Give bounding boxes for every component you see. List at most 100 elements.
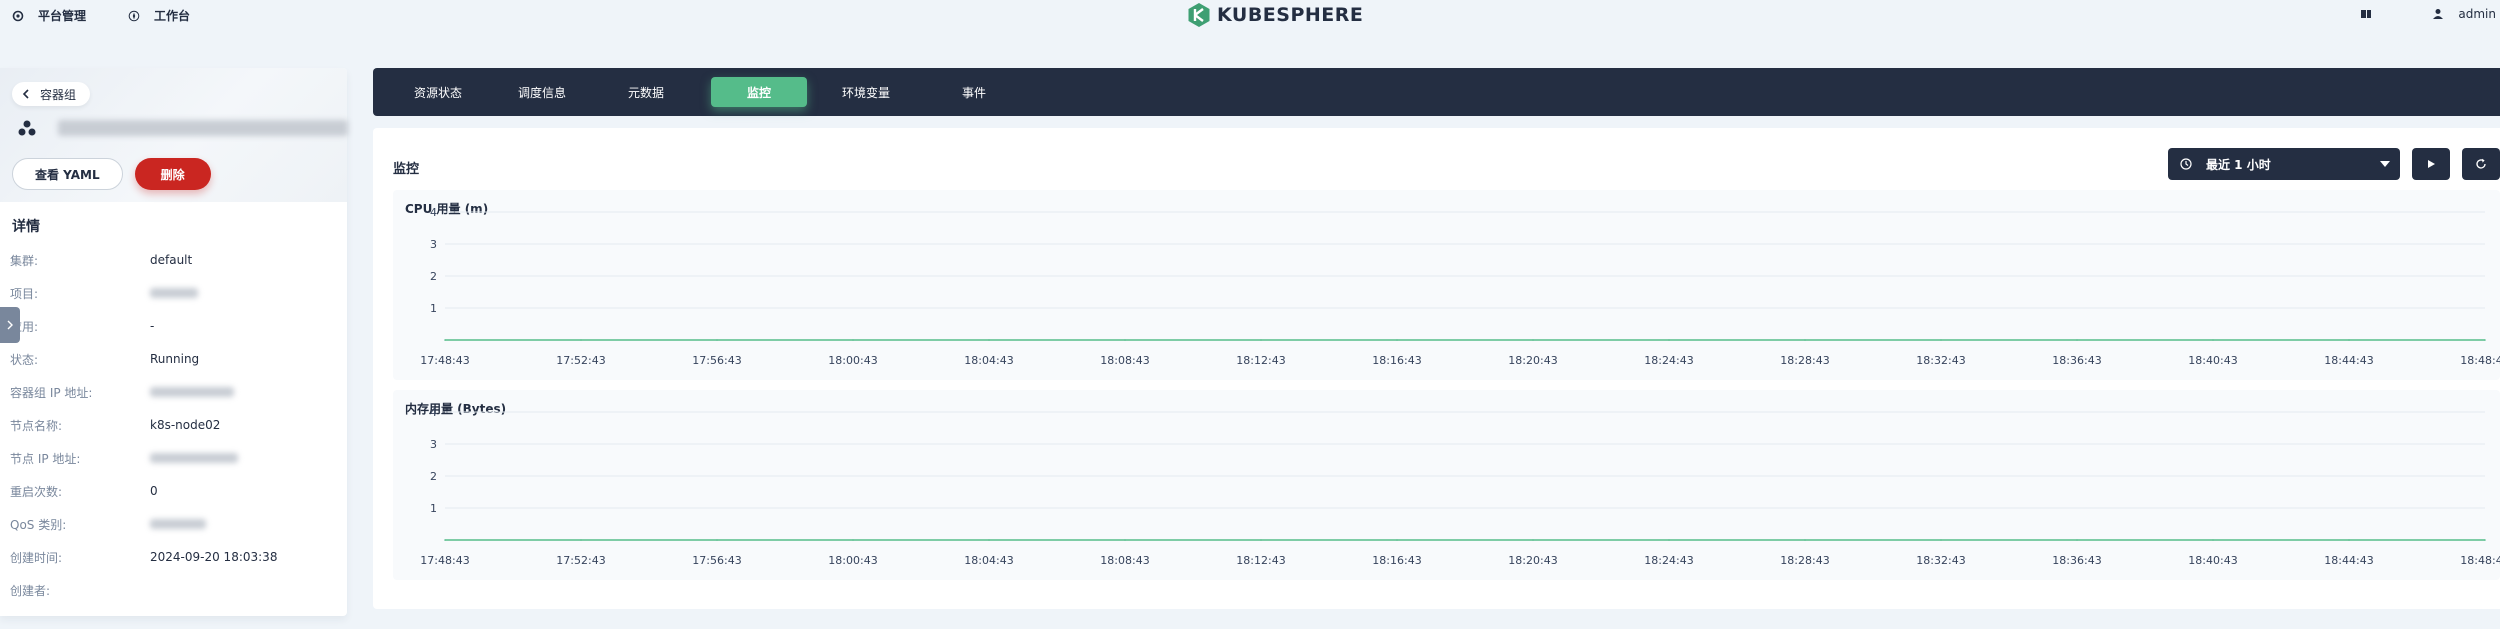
redacted-value (150, 288, 198, 298)
data-point (1532, 539, 1534, 541)
data-point (580, 339, 582, 341)
details-title: 详情 (12, 219, 40, 235)
detail-label: 节点 IP 地址: (10, 451, 81, 466)
x-tick-label: 17:52:43 (556, 554, 605, 567)
x-tick-label: 17:56:43 (692, 354, 741, 367)
tab-monitoring[interactable]: 监控 (711, 77, 807, 107)
nav-platform-management-label: 平台管理 (38, 9, 87, 23)
detail-row-creator: 创建者: (10, 580, 340, 600)
user-icon[interactable] (2432, 8, 2444, 20)
detail-row-created-at: 创建时间: 2024-09-20 18:03:38 (10, 547, 340, 567)
top-nav: 平台管理 工作台 (12, 7, 232, 24)
tab-resource-status[interactable]: 资源状态 (393, 77, 483, 107)
y-tick-label: 3 (430, 438, 437, 451)
data-point (1668, 539, 1670, 541)
detail-row-pod-ip: 容器组 IP 地址: (10, 382, 340, 402)
user-name[interactable]: admin (2458, 7, 2496, 21)
view-yaml-button[interactable]: 查看 YAML (12, 158, 123, 190)
refresh-button[interactable] (2462, 148, 2500, 180)
pod-name-redacted (58, 120, 348, 136)
x-tick-label: 18:12:43 (1236, 354, 1285, 367)
detail-value[interactable]: k8s-node02 (150, 418, 220, 432)
cpu-usage-plot: 1 2 3 4 17:48:43 17:52:43 17:56:43 18:00:43 18:0… (420, 206, 2500, 367)
chevron-left-icon (22, 89, 29, 99)
nav-workbench[interactable]: 工作台 (128, 7, 190, 24)
tab-metadata[interactable]: 元数据 (601, 77, 691, 107)
x-tick-label: 18:24:43 (1644, 354, 1693, 367)
data-point (2484, 539, 2486, 541)
x-tick-label: 18:20:43 (1508, 354, 1557, 367)
data-point (1124, 539, 1126, 541)
x-tick-label: 18:08:43 (1100, 354, 1149, 367)
y-tick-label: 3 (430, 238, 437, 251)
detail-label: 创建时间: (10, 550, 63, 565)
back-to-pods-button[interactable]: 容器组 (12, 82, 91, 106)
detail-label: 应用: (10, 319, 39, 334)
monitoring-title: 监控 (393, 162, 420, 177)
detail-label: 项目: (10, 286, 39, 301)
data-point (444, 539, 446, 541)
pod-title (18, 120, 348, 136)
detail-label: 节点名称: (10, 418, 63, 433)
time-range-value: 最近 1 小时 (2206, 157, 2271, 172)
nav-platform-management[interactable]: 平台管理 (12, 7, 86, 24)
top-right-tools: admin (2360, 7, 2496, 21)
compass-icon (128, 10, 140, 21)
expand-left-handle[interactable] (0, 307, 20, 343)
refresh-icon (2476, 158, 2486, 169)
y-tick-label: 4 (430, 406, 437, 419)
play-button[interactable] (2412, 148, 2450, 180)
data-point (1532, 339, 1534, 341)
tab-env-vars[interactable]: 环境变量 (821, 77, 911, 107)
y-tick-label: 4 (430, 206, 437, 219)
detail-row-project: 项目: (10, 283, 340, 303)
time-range-select[interactable]: 最近 1 小时 (2168, 148, 2400, 180)
x-tick-label: 18:40:43 (2188, 554, 2237, 567)
detail-value: 2024-09-20 18:03:38 (150, 550, 278, 564)
pod-actions: 查看 YAML 删除 (12, 158, 211, 190)
nav-workbench-label: 工作台 (154, 9, 191, 23)
y-tick-label: 2 (430, 270, 437, 283)
x-tick-label: 18:24:43 (1644, 554, 1693, 567)
data-point (444, 339, 446, 341)
data-point (2348, 339, 2350, 341)
detail-value: Running (150, 352, 200, 366)
kubesphere-logo-icon (1188, 3, 1210, 27)
top-header: 平台管理 工作台 KUBESPHERE admin (0, 0, 2500, 30)
book-icon[interactable] (2360, 8, 2372, 20)
x-tick-label: 18:48:43 (2460, 554, 2500, 567)
cpu-usage-chart: CPU 用量 (m) 1 2 3 4 17:48:43 17:52:43 17:56:43 1… (393, 190, 2500, 380)
y-tick-label: 1 (430, 502, 437, 515)
memory-usage-chart: 内存用量 (Bytes) 1 2 3 4 17:48:43 17:52:43 17:56:4… (393, 390, 2500, 580)
delete-button[interactable]: 删除 (134, 158, 211, 190)
detail-row-node-ip: 节点 IP 地址: (10, 448, 340, 468)
x-tick-label: 17:52:43 (556, 354, 605, 367)
chevron-right-icon (7, 320, 13, 330)
pod-header: 容器组 查看 YAML 删除 (0, 68, 348, 202)
data-point (1124, 339, 1126, 341)
detail-row-cluster: 集群: default (10, 250, 340, 270)
redacted-value (150, 519, 206, 529)
data-point (1940, 539, 1942, 541)
kubesphere-logo[interactable]: KUBESPHERE (1187, 2, 1363, 28)
pod-icon (18, 120, 36, 136)
data-point (988, 539, 990, 541)
x-tick-label: 18:04:43 (964, 354, 1013, 367)
data-point (1668, 339, 1670, 341)
detail-label: 容器组 IP 地址: (10, 385, 93, 400)
x-tick-label: 18:08:43 (1100, 554, 1149, 567)
x-tick-label: 17:56:43 (692, 554, 741, 567)
pod-detail-panel: 容器组 查看 YAML 删除 详情 集群: default 项目: 应用: - … (0, 68, 348, 616)
data-point (1940, 339, 1942, 341)
data-point (1396, 539, 1398, 541)
detail-label: 集群: (10, 253, 39, 268)
data-point (1396, 339, 1398, 341)
x-tick-label: 18:00:43 (828, 354, 877, 367)
monitoring-panel: 监控 最近 1 小时 CPU 用量 (m) 1 2 3 4 17:48:43 17:52:… (373, 128, 2500, 609)
tab-events[interactable]: 事件 (929, 77, 1019, 107)
tab-scheduling[interactable]: 调度信息 (497, 77, 587, 107)
detail-tabs: 资源状态 调度信息 元数据 监控 环境变量 事件 (373, 68, 2500, 116)
clock-icon (2180, 158, 2192, 170)
x-tick-label: 18:00:43 (828, 554, 877, 567)
detail-label: 创建者: (10, 583, 51, 598)
